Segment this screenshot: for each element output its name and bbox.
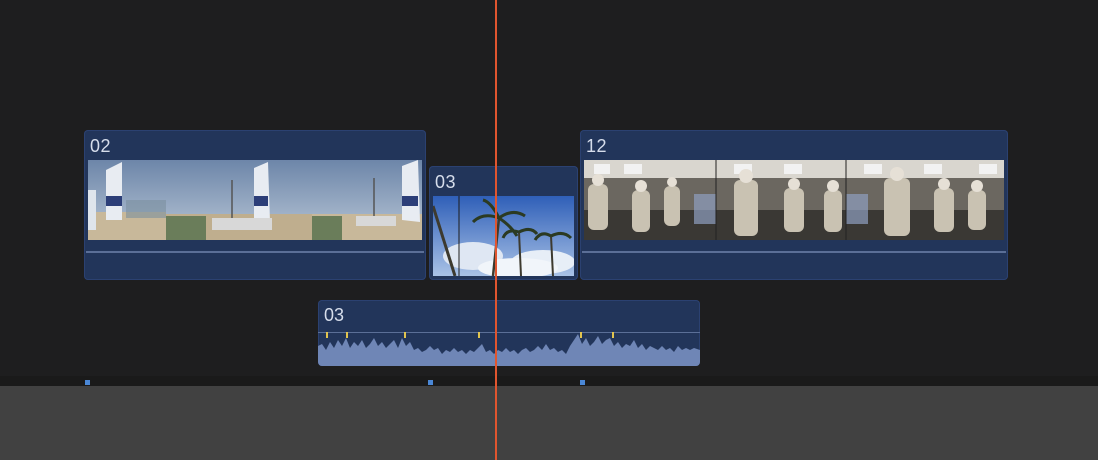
bottom-panel — [0, 386, 1098, 460]
edit-marker[interactable] — [85, 380, 90, 385]
playhead[interactable] — [495, 0, 497, 460]
filmstrip — [433, 196, 574, 276]
edit-marker[interactable] — [428, 380, 433, 385]
audio-clip-03[interactable]: 03 — [318, 300, 700, 366]
filmstrip — [88, 160, 422, 240]
clip-audio-line — [582, 251, 1006, 253]
clip-label: 12 — [586, 136, 608, 156]
video-clip-03[interactable]: 03 — [429, 166, 578, 280]
video-clip-02[interactable]: 02 — [84, 130, 426, 280]
beach-thumbnails — [88, 160, 422, 240]
video-clip-12[interactable]: 12 — [580, 130, 1008, 280]
clip-label: 02 — [90, 136, 112, 156]
marker-strip — [0, 376, 1098, 386]
crowd-thumbnails — [584, 160, 1004, 240]
edit-marker[interactable] — [580, 380, 585, 385]
audio-clip-label: 03 — [324, 305, 345, 325]
audio-waveform — [318, 332, 700, 366]
clip-label: 03 — [435, 172, 457, 192]
palm-thumbnail — [433, 196, 574, 276]
clip-audio-line — [86, 251, 424, 253]
filmstrip — [584, 160, 1004, 240]
